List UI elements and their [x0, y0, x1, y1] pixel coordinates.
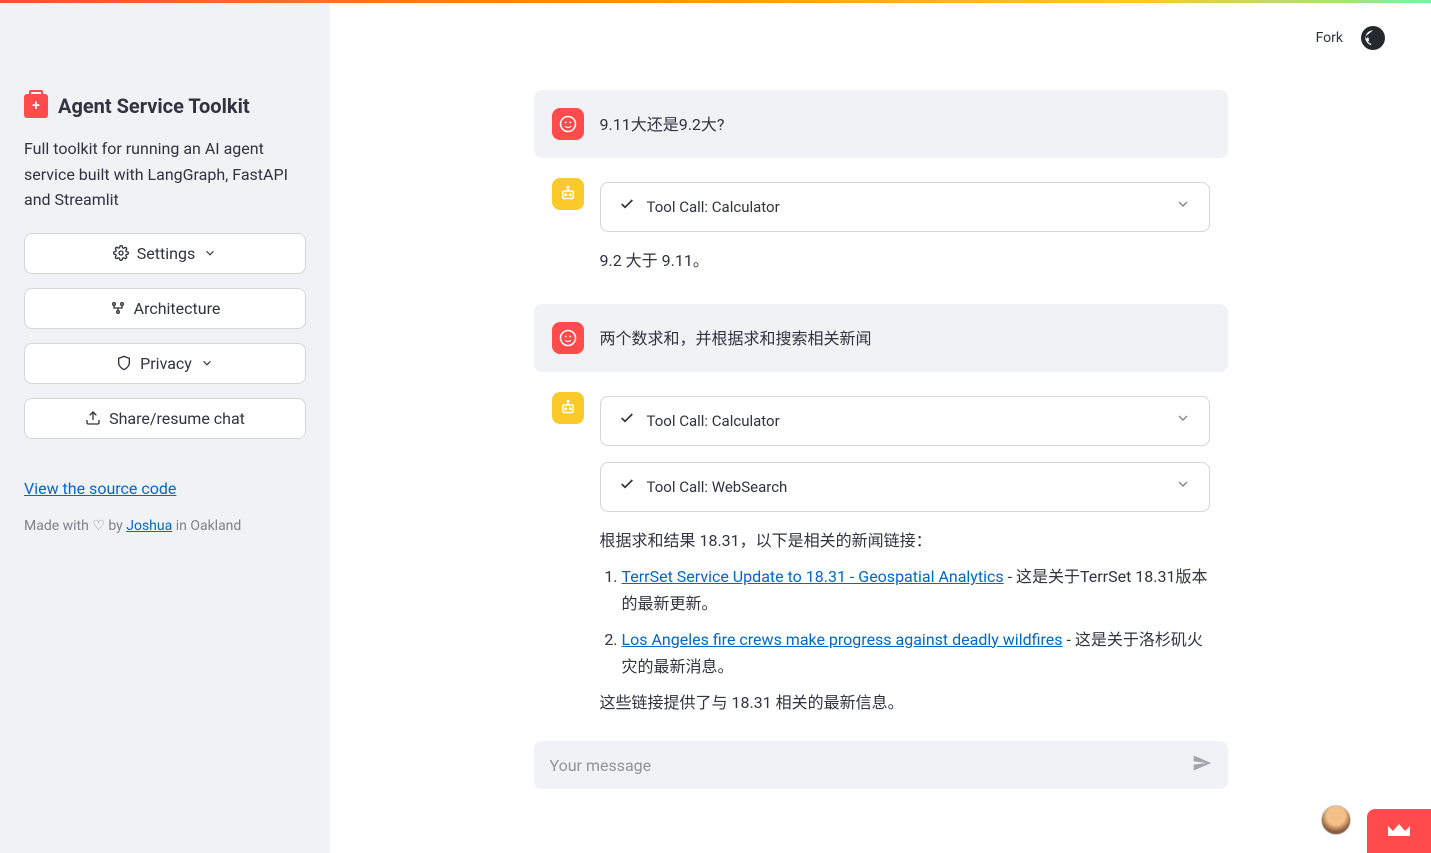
author-link[interactable]: Joshua — [126, 518, 172, 534]
ai-response-outro: 这些链接提供了与 18.31 相关的最新信息。 — [600, 690, 1210, 716]
user-avatar-icon — [552, 322, 584, 354]
sidebar-title: Agent Service Toolkit — [58, 94, 250, 118]
chevron-down-icon — [1175, 409, 1191, 433]
source-code-link[interactable]: View the source code — [24, 479, 306, 498]
network-icon — [110, 300, 126, 316]
user-avatar-icon — [552, 108, 584, 140]
result-item: Los Angeles fire crews make progress aga… — [622, 626, 1210, 680]
user-message-text: 9.11大还是9.2大? — [600, 108, 1210, 140]
fork-link[interactable]: Fork — [1316, 30, 1343, 46]
check-icon — [619, 409, 635, 433]
profile-avatar[interactable] — [1321, 805, 1351, 835]
user-message-text: 两个数求和，并根据求和搜索相关新闻 — [600, 322, 1210, 354]
sidebar: + Agent Service Toolkit Full toolkit for… — [0, 0, 330, 853]
ai-response-text: 9.2 大于 9.11。 — [600, 248, 1210, 274]
result-link-2[interactable]: Los Angeles fire crews make progress aga… — [622, 630, 1063, 649]
chevron-down-icon — [1175, 195, 1191, 219]
chevron-down-icon — [203, 246, 217, 260]
result-link-1[interactable]: TerrSet Service Update to 18.31 - Geospa… — [622, 567, 1004, 586]
check-icon — [619, 195, 635, 219]
settings-label: Settings — [137, 244, 195, 263]
upload-icon — [85, 410, 101, 426]
made-suffix: in Oakland — [172, 518, 241, 534]
made-with-line: Made with ♡ by Joshua in Oakland — [24, 518, 306, 534]
chevron-down-icon — [200, 356, 214, 370]
tool-call-label: Tool Call: Calculator — [647, 195, 780, 219]
shield-icon — [116, 355, 132, 371]
ai-avatar-icon — [552, 392, 584, 424]
tool-call-websearch[interactable]: Tool Call: WebSearch — [600, 462, 1210, 512]
deploy-tab[interactable] — [1367, 809, 1431, 853]
made-prefix: Made with — [24, 518, 92, 534]
tool-call-label: Tool Call: WebSearch — [647, 475, 788, 499]
sidebar-description: Full toolkit for running an AI agent ser… — [24, 136, 306, 213]
share-label: Share/resume chat — [109, 409, 245, 428]
app-top-gradient — [0, 0, 1431, 3]
user-message: 9.11大还是9.2大? — [534, 90, 1228, 158]
architecture-label: Architecture — [134, 299, 221, 318]
share-resume-button[interactable]: Share/resume chat — [24, 398, 306, 439]
privacy-label: Privacy — [140, 354, 192, 373]
crown-icon — [1386, 822, 1412, 840]
main-content: Fork 9.11大还是9.2大? — [330, 0, 1431, 853]
architecture-button[interactable]: Architecture — [24, 288, 306, 329]
tool-call-label: Tool Call: Calculator — [647, 409, 780, 433]
gear-icon — [113, 245, 129, 261]
github-icon[interactable] — [1361, 26, 1385, 50]
toolkit-icon: + — [24, 94, 48, 118]
heart-icon: ♡ — [92, 518, 105, 534]
ai-message: Tool Call: Calculator 9.2 大于 9.11。 — [534, 178, 1228, 292]
ai-avatar-icon — [552, 178, 584, 210]
tool-call-calculator[interactable]: Tool Call: Calculator — [600, 396, 1210, 446]
made-by: by — [105, 518, 126, 534]
tool-call-calculator[interactable]: Tool Call: Calculator — [600, 182, 1210, 232]
chat-input[interactable] — [550, 756, 1192, 775]
ai-message: Tool Call: Calculator Tool Call: WebSear… — [534, 392, 1228, 734]
user-message: 两个数求和，并根据求和搜索相关新闻 — [534, 304, 1228, 372]
privacy-button[interactable]: Privacy — [24, 343, 306, 384]
check-icon — [619, 475, 635, 499]
ai-response-intro: 根据求和结果 18.31，以下是相关的新闻链接： — [600, 528, 1210, 554]
settings-button[interactable]: Settings — [24, 233, 306, 274]
chat-input-bar — [534, 741, 1228, 789]
chevron-down-icon — [1175, 475, 1191, 499]
send-icon[interactable] — [1192, 753, 1212, 777]
result-item: TerrSet Service Update to 18.31 - Geospa… — [622, 563, 1210, 617]
